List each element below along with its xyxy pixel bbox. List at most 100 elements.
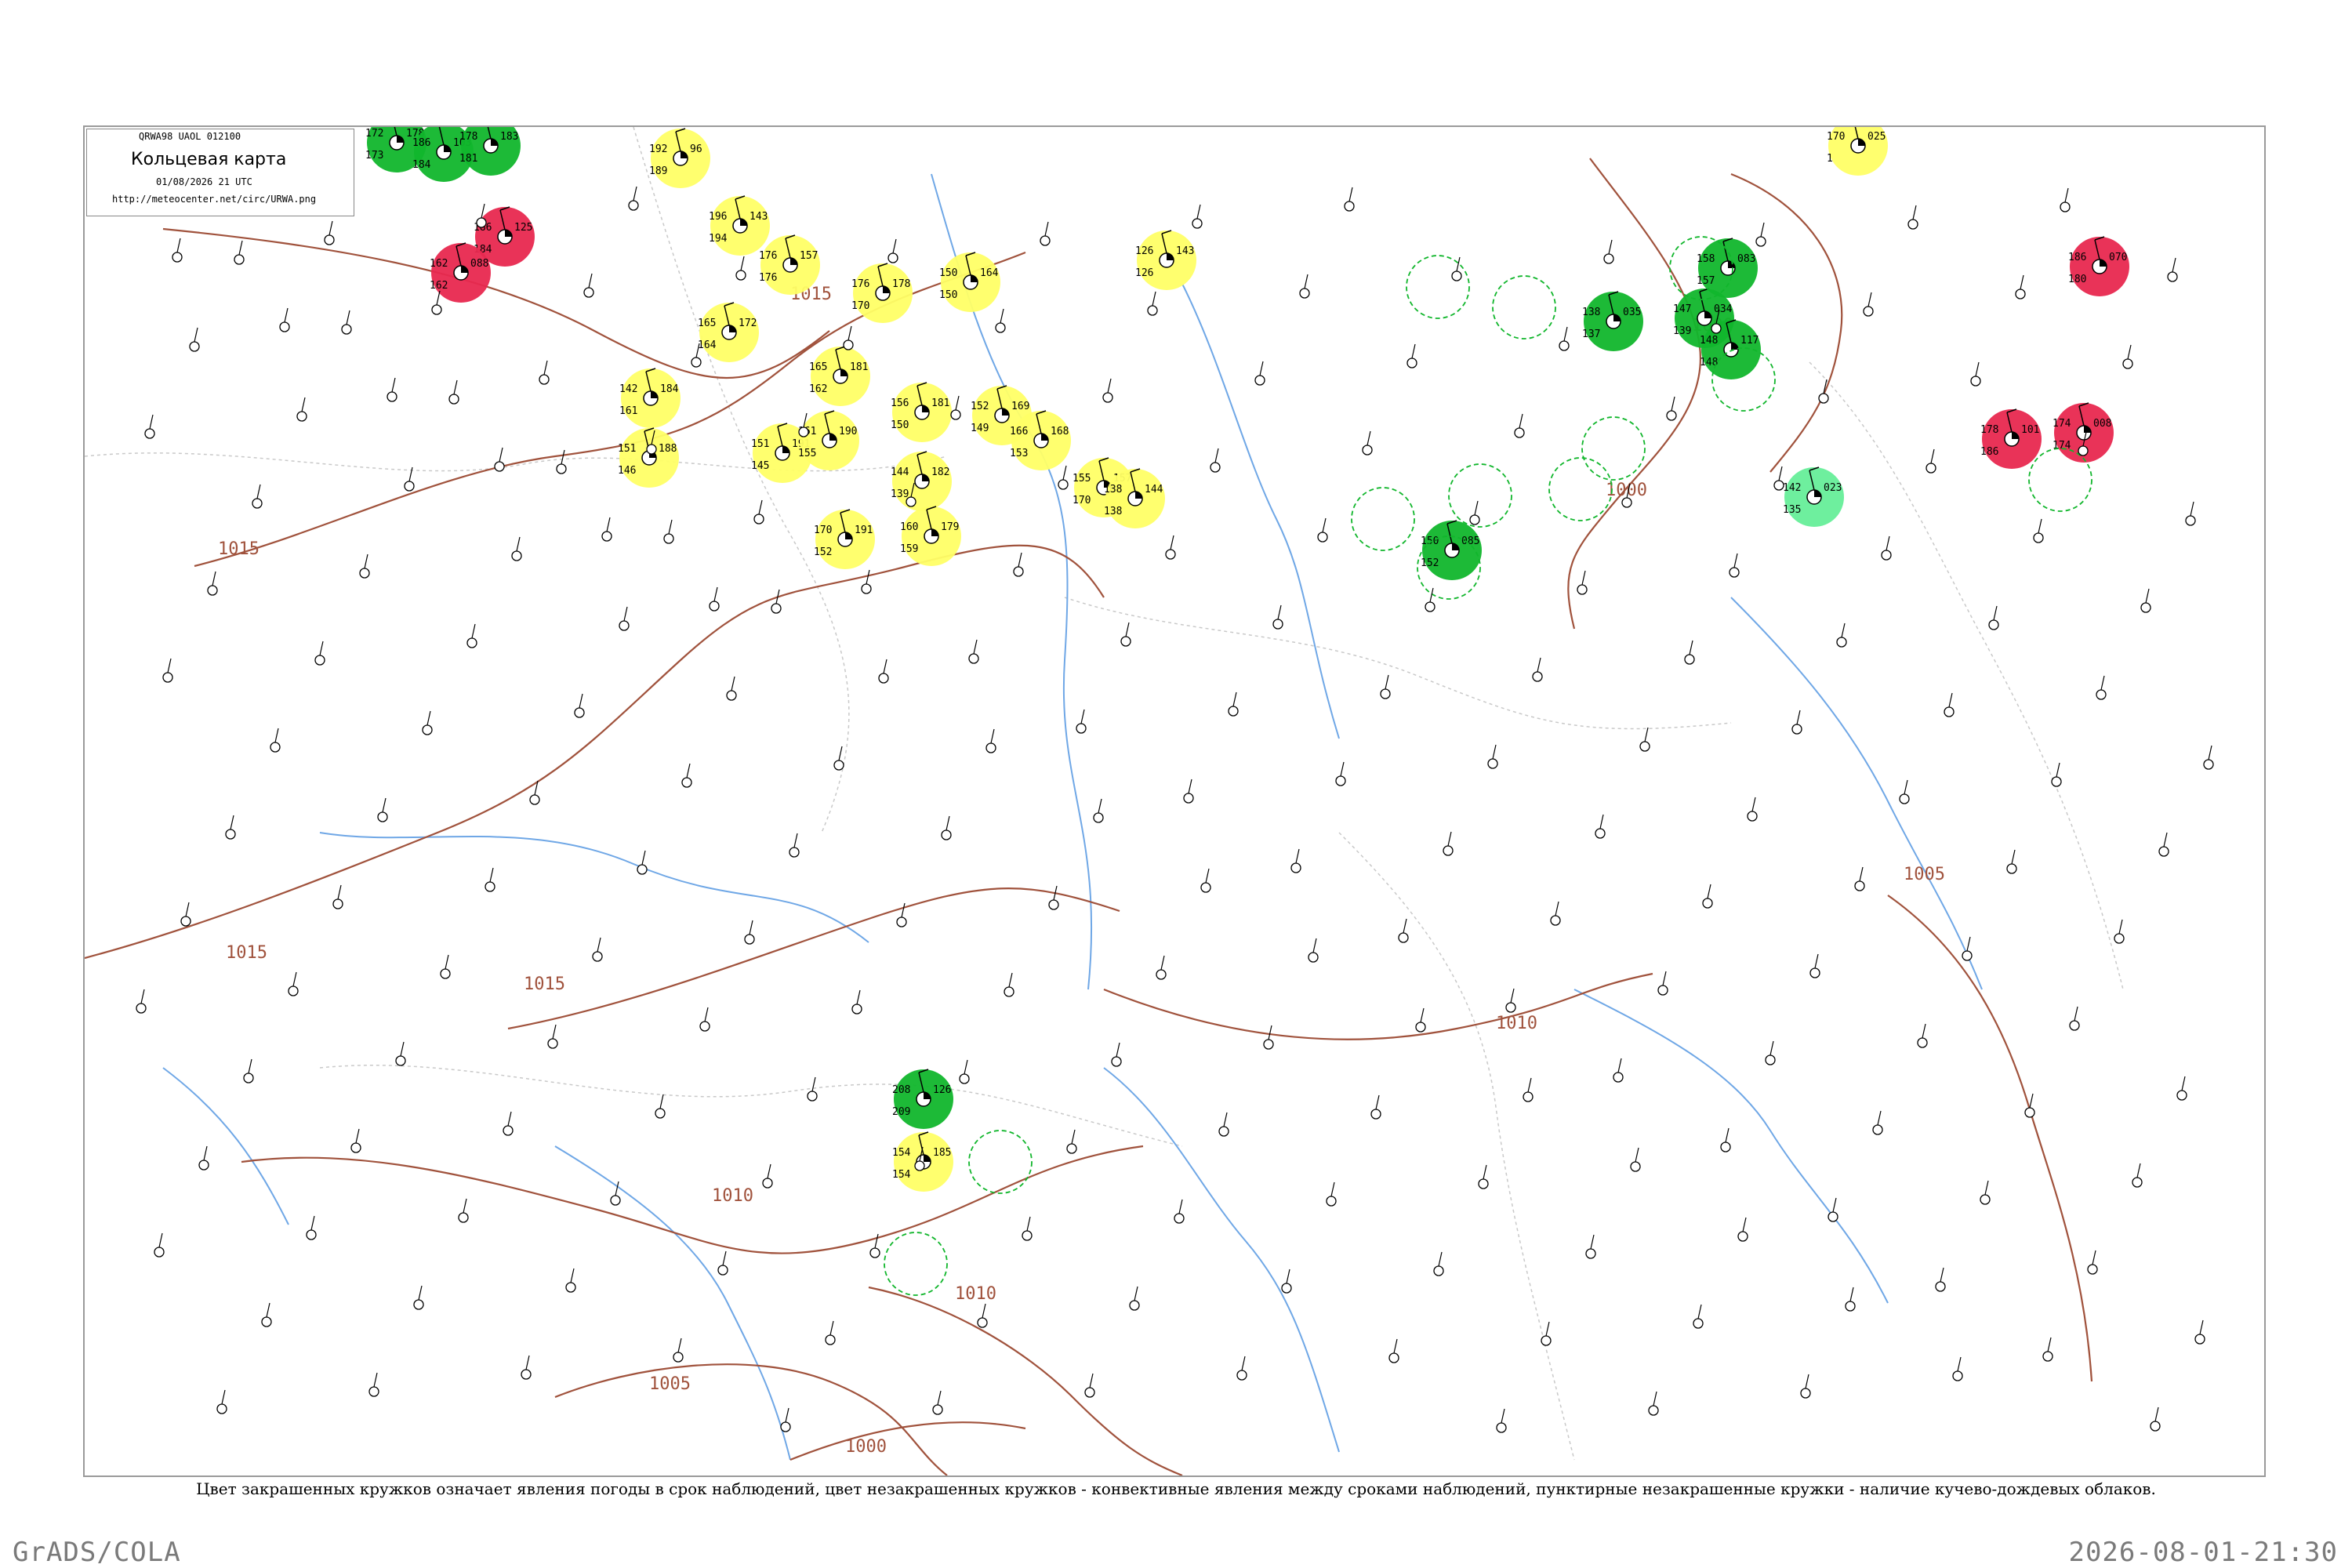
- station-plot[interactable]: 178 101 186: [1980, 408, 2042, 469]
- station-plot[interactable]: 156 181 150: [891, 382, 952, 442]
- wind-barb-icon: [1178, 1199, 1183, 1214]
- wind-barb-icon: [1689, 640, 1693, 655]
- station-plot[interactable]: 208 126 209: [892, 1069, 953, 1129]
- station-plot[interactable]: 142 184 161: [619, 368, 681, 428]
- station-plot[interactable]: 165 172 164: [698, 302, 759, 362]
- wind-barb-icon: [140, 989, 145, 1004]
- station-marker-icon: [574, 707, 585, 718]
- cb-cloud-ring: [1448, 463, 1512, 528]
- wind-barb-icon: [346, 310, 350, 325]
- station-marker-icon: [789, 847, 800, 858]
- station-marker-icon: [207, 585, 218, 596]
- station-marker-icon: [968, 653, 979, 664]
- station-marker-icon: [1093, 812, 1104, 823]
- station-pressure: 178: [892, 278, 910, 290]
- station-pressure: 143: [1176, 245, 1194, 257]
- station-dewpoint: 173: [365, 150, 383, 162]
- station-marker-icon: [1004, 986, 1014, 997]
- wind-barb-icon: [659, 1094, 664, 1109]
- station-plot[interactable]: 126 143 126: [1135, 230, 1196, 290]
- station-dewpoint: 181: [459, 153, 477, 165]
- wind-barb-icon: [1832, 1197, 1837, 1213]
- isobar-label: 1010: [712, 1186, 753, 1206]
- wind-barb-icon: [274, 728, 279, 743]
- wind-barb-icon: [525, 1355, 530, 1370]
- station-marker-icon: [1254, 375, 1265, 386]
- wind-barb-icon: [319, 641, 324, 656]
- station-marker-icon: [494, 461, 505, 472]
- station-temperature: 150: [939, 267, 957, 279]
- wind-barb-icon: [1277, 604, 1282, 620]
- weather-stations[interactable]: 1721781731861031841781831811861251841929…: [126, 127, 2214, 1433]
- station-marker-icon: [1755, 236, 1766, 247]
- station-marker-icon: [1370, 1109, 1381, 1120]
- station-marker-icon: [1281, 1283, 1292, 1294]
- wind-barb-icon: [1519, 413, 1523, 429]
- station-plot[interactable]: 160 179 159: [900, 506, 961, 566]
- station-plot[interactable]: 165 181 162: [809, 346, 870, 406]
- map-canvas: 1015101510151015101010101010100510051000…: [85, 127, 2214, 1475]
- wind-barb-icon: [337, 884, 342, 900]
- station-marker-icon: [2132, 1177, 2143, 1188]
- station-plot[interactable]: 138 035 137: [1582, 291, 1643, 351]
- station-marker-icon: [1585, 1248, 1596, 1259]
- station-marker-icon: [1702, 898, 1713, 909]
- station-marker-icon: [2194, 1334, 2205, 1345]
- station-marker-icon: [529, 794, 540, 805]
- station-plot[interactable]: 142 023 135: [1783, 466, 1844, 527]
- station-pressure: 184: [660, 383, 679, 395]
- wind-barb-icon: [1608, 239, 1613, 255]
- station-plot[interactable]: 186 070 180: [2068, 236, 2129, 296]
- station-temperature: 151: [618, 443, 636, 455]
- station-plot[interactable]: 196 143 194: [709, 195, 770, 256]
- station-plot[interactable]: 144 182 139: [891, 451, 952, 511]
- station-plot[interactable]: 170 191 152: [814, 509, 875, 569]
- wind-barb-icon: [1367, 430, 1371, 446]
- wind-barb-icon: [1340, 761, 1345, 777]
- station-temperature: 142: [1783, 482, 1801, 494]
- wind-barb-icon: [1116, 1042, 1120, 1058]
- station-plot[interactable]: 150 085 152: [1421, 520, 1482, 580]
- wind-barb-icon: [1563, 326, 1568, 342]
- station-marker-icon: [1192, 218, 1203, 229]
- wind-barb-icon: [811, 1076, 816, 1092]
- isobar-label: 1010: [955, 1284, 996, 1304]
- wind-barb-icon: [615, 1181, 619, 1196]
- station-marker-icon: [1550, 915, 1561, 926]
- wind-barb-icon: [1018, 552, 1022, 568]
- wind-barb-icon: [1867, 292, 1872, 307]
- station-pressure: 182: [931, 466, 949, 478]
- station-dewpoint: 146: [618, 465, 636, 477]
- isobar-labels: 1015101510151015101010101010100510051000…: [218, 285, 1945, 1457]
- station-marker-icon: [1388, 1352, 1399, 1363]
- station-marker-icon: [1478, 1178, 1489, 1189]
- station-plot[interactable]: 170 025 1: [1827, 127, 1888, 176]
- synoptic-map[interactable]: 1015 1015 1015 1015 1010 1010 1010 1005 1005 1000…: [83, 125, 2266, 1477]
- isobar-line: [85, 544, 1105, 960]
- station-plot[interactable]: 150 164 150: [939, 252, 1000, 312]
- wind-barb-icon: [1733, 553, 1738, 568]
- source-url[interactable]: http://meteocenter.net/circ/URWA.png: [112, 194, 316, 205]
- isobar-line: [868, 1286, 1183, 1475]
- station-dewpoint: 135: [1783, 504, 1801, 516]
- wind-barb-icon: [982, 1303, 986, 1319]
- station-temperature: 158: [1697, 253, 1715, 265]
- station-marker-icon: [270, 742, 281, 753]
- station-dewpoint: 145: [751, 460, 769, 472]
- station-marker-icon: [798, 426, 809, 437]
- station-temperature: 165: [809, 361, 827, 373]
- station-plot[interactable]: 192 96 189: [649, 128, 710, 188]
- station-dewpoint: 170: [851, 300, 869, 312]
- station-marker-icon: [368, 1386, 379, 1397]
- station-marker-icon: [825, 1334, 836, 1345]
- wind-barb-icon: [2038, 518, 2042, 534]
- wind-barb-icon: [1456, 256, 1461, 272]
- station-dewpoint: 152: [1421, 557, 1439, 569]
- station-pressure: 035: [1623, 307, 1641, 318]
- station-plot[interactable]: 176 157 176: [759, 234, 820, 295]
- wind-barb-icon: [499, 447, 503, 463]
- station-plot[interactable]: 151 188 146: [618, 427, 679, 488]
- wind-barb-icon: [1537, 657, 1541, 673]
- station-plot[interactable]: 176 178 170: [851, 263, 913, 323]
- wind-barb-icon: [1188, 779, 1192, 794]
